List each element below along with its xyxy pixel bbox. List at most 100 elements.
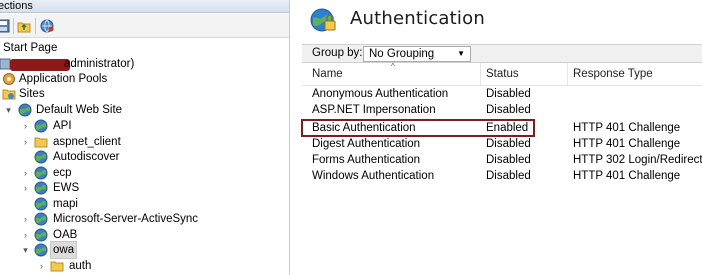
tree-item-mapi[interactable]: mapi [0,196,289,212]
tree-item-owa[interactable]: ▾ owa [0,241,289,259]
chevron-right-icon[interactable]: › [21,165,30,181]
connect-icon[interactable] [40,19,54,33]
folder-icon [34,135,48,149]
tree-item-application-pools[interactable]: Application Pools [0,71,289,87]
page-title: Authentication [350,8,485,29]
feature-pane: Authentication Group by: No Grouping ▼ ^… [297,0,702,275]
column-header-status[interactable]: Status [486,68,519,80]
tree-item-label: administrator) [64,58,135,70]
row-status: Disabled [486,104,531,116]
tree-item-aspnet-client[interactable]: › aspnet_client [0,134,289,150]
globe-icon [34,243,48,257]
row-name: Forms Authentication [312,154,421,166]
row-name: Digest Authentication [312,138,421,150]
connections-header-title: ections [0,0,33,12]
tree-item-sites[interactable]: Sites [0,86,289,102]
dropdown-arrow-icon: ▼ [457,49,465,58]
tree-item-autodiscover[interactable]: Autodiscover [0,149,289,165]
list-row-basic-authentication[interactable]: Basic Authentication Enabled HTTP 401 Ch… [302,120,702,136]
tree-item-api[interactable]: › API [0,118,289,134]
row-name: Windows Authentication [312,170,435,182]
tree-item-start-page[interactable]: Start Page [0,40,289,56]
authentication-icon [309,6,337,34]
tree-item-label: auth [69,260,92,272]
globe-icon [34,228,48,242]
row-name: ASP.NET Impersonation [312,104,436,116]
sites-folder-icon [2,87,16,101]
list-header: ^ Name Status Response Type [302,62,702,86]
chevron-right-icon[interactable]: › [21,211,30,227]
column-header-response-type[interactable]: Response Type [573,68,653,80]
row-name: Anonymous Authentication [312,88,449,100]
row-response-type: HTTP 302 Login/Redirect [573,154,702,166]
redaction-mark [10,59,70,71]
chevron-right-icon[interactable]: › [21,227,30,243]
row-status: Disabled [486,170,531,182]
tree-item-label: OAB [53,229,78,241]
globe-icon [18,103,32,117]
row-status: Enabled [486,122,529,134]
tree-item-label: mapi [53,198,78,210]
list-row-digest-authentication[interactable]: Digest Authentication Disabled HTTP 401 … [302,136,702,152]
tree-item-label: owa [49,241,78,259]
tree-item-label: Default Web Site [36,104,123,116]
tree-item-ews[interactable]: › EWS [0,180,289,196]
tree-item-label: API [53,120,72,132]
group-by-value: No Grouping [369,48,435,60]
list-row-aspnet-impersonation[interactable]: ASP.NET Impersonation Disabled [302,102,702,118]
app-pools-icon [2,72,16,86]
toolbar-separator [35,18,36,34]
tree-item-oab[interactable]: › OAB [0,227,289,243]
row-response-type: HTTP 401 Challenge [573,122,681,134]
globe-icon [34,166,48,180]
list-row-forms-authentication[interactable]: Forms Authentication Disabled HTTP 302 L… [302,152,702,168]
chevron-down-icon[interactable]: ▾ [4,102,13,118]
tree-item-microsoft-server-activesync[interactable]: › Microsoft-Server-ActiveSync [0,211,289,227]
tree-item-auth[interactable]: › auth [0,258,289,274]
feature-header: Authentication [297,0,702,40]
tree-item-label: EWS [53,182,80,194]
column-header-name[interactable]: Name [312,68,343,80]
tree-item-label: Application Pools [19,73,108,85]
globe-icon [34,150,48,164]
column-divider[interactable] [480,63,481,86]
tree-item-default-web-site[interactable]: ▾ Default Web Site [0,102,289,118]
tree-item-label: aspnet_client [53,136,121,148]
chevron-right-icon[interactable]: › [21,180,30,196]
group-by-bar: Group by: No Grouping ▼ [302,44,702,63]
tree-item-label: Start Page [3,42,58,54]
tree-item-label: ecp [53,167,72,179]
row-status: Disabled [486,154,531,166]
row-response-type: HTTP 401 Challenge [573,170,681,182]
row-status: Disabled [486,88,531,100]
globe-icon [34,197,48,211]
column-divider[interactable] [567,63,568,86]
chevron-right-icon[interactable]: › [21,118,30,134]
chevron-right-icon[interactable]: › [21,134,30,150]
tree-item-label: Sites [19,88,45,100]
tree-item-server[interactable]: administrator) [0,56,289,72]
chevron-down-icon[interactable]: ▾ [21,242,30,258]
folder-icon [50,259,64,273]
globe-icon [34,181,48,195]
connections-toolbar [0,14,289,38]
globe-icon [34,119,48,133]
globe-icon [34,212,48,226]
row-status: Disabled [486,138,531,150]
connections-pane: ections Start Page administrator) Applic… [0,0,290,275]
chevron-right-icon[interactable]: › [37,258,46,274]
list-row-anonymous-authentication[interactable]: Anonymous Authentication Disabled [302,86,702,102]
row-response-type: HTTP 401 Challenge [573,138,681,150]
save-icon[interactable] [0,19,10,33]
row-name: Basic Authentication [312,122,416,134]
connections-header: ections [0,0,289,13]
group-by-label: Group by: [312,47,363,59]
toolbar-separator [13,18,14,34]
list-row-windows-authentication[interactable]: Windows Authentication Disabled HTTP 401… [302,168,702,184]
tree-item-ecp[interactable]: › ecp [0,165,289,181]
folder-up-icon[interactable] [17,19,31,33]
tree-item-label: Microsoft-Server-ActiveSync [53,213,199,225]
group-by-dropdown[interactable]: No Grouping ▼ [363,46,471,62]
tree-item-label: Autodiscover [53,151,120,163]
sort-ascending-icon: ^ [391,62,395,71]
